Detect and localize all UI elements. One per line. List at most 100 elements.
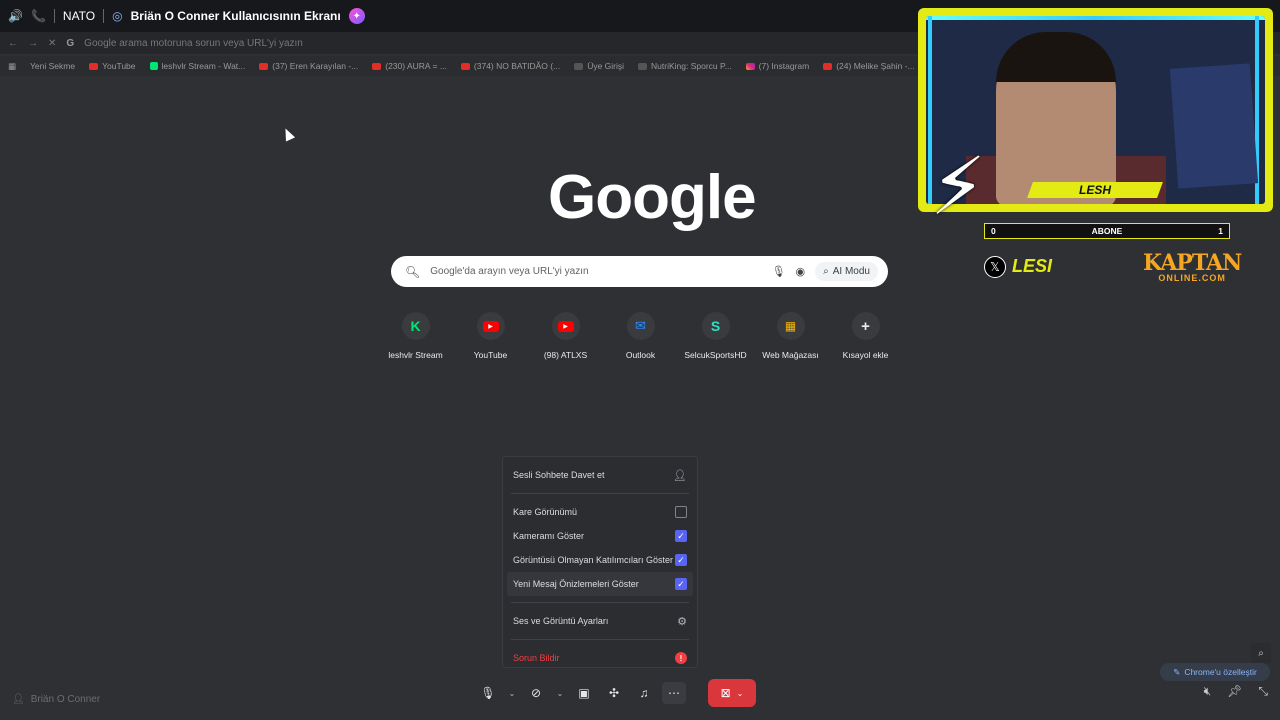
youtube-icon (372, 62, 382, 70)
kick-icon: K (401, 312, 430, 340)
shortcut-label: leshvlr Stream (388, 350, 443, 360)
outlook-icon: ✉ (626, 312, 655, 340)
forward-icon[interactable]: → (28, 38, 38, 49)
bookmark-item[interactable]: (230) AURA = ... (372, 61, 447, 71)
shortcut-tile[interactable]: Kleshvlr Stream (378, 312, 453, 360)
activities-button[interactable]: ✣ (602, 682, 626, 704)
lens-icon[interactable]: ◉ (796, 265, 806, 278)
microphone-button[interactable]: 🎙︎ (476, 682, 500, 704)
youtube-icon: ▶ (476, 312, 505, 340)
camera-off-button[interactable]: ⊘ (524, 682, 548, 704)
shortcuts-row: Kleshvlr Stream ▶ YouTube ▶ (98) ATLXS ✉ Outlo… (378, 312, 903, 360)
bookmark-item[interactable]: Yeni Sekme (30, 61, 75, 71)
exit-fullscreen-icon[interactable]: ⤡ (1258, 684, 1268, 699)
settings-label: Ses ve Görüntü Ayarları (513, 616, 609, 626)
menu-item-label: Kare Görünümü (513, 507, 578, 517)
shortcut-tile[interactable]: ▶ (98) ATLXS (528, 312, 603, 360)
gear-icon: ⚙ (677, 615, 687, 628)
bookmark-item[interactable]: leshvlr Stream - Wat... (149, 61, 245, 71)
shortcut-tile[interactable]: ▶ YouTube (453, 312, 528, 360)
bookmark-label: (7) Instagram (758, 61, 810, 71)
apps-grid-icon[interactable]: ▦ (8, 61, 16, 72)
search-input[interactable]: Google'da arayın veya URL'yi yazın (430, 266, 761, 277)
checkbox-checked-icon[interactable]: ✓ (675, 554, 687, 566)
youtube-icon (460, 62, 470, 70)
x-logo-icon: 𝕏 (984, 256, 1006, 278)
invite-to-voice-item[interactable]: Sesli Sohbete Davet et 👤︎ (511, 463, 689, 487)
bookmark-item[interactable]: YouTube (89, 61, 136, 71)
led-strip (926, 16, 1265, 20)
checkbox-checked-icon[interactable]: ✓ (675, 530, 687, 542)
bookmark-label: YouTube (102, 61, 136, 71)
checkbox-empty-icon[interactable] (675, 506, 687, 518)
ai-mode-button[interactable]: ⌕ AI Modu (815, 262, 878, 281)
ai-mode-label: AI Modu (832, 266, 870, 277)
report-label: Sorun Bildir (513, 653, 560, 663)
subscriber-goal-bar: 0 ABONE 1 (984, 223, 1230, 239)
chevron-down-icon[interactable]: ⌄ (506, 682, 518, 704)
pin-icon[interactable]: 📌︎ (1227, 684, 1242, 699)
zoom-icon[interactable]: ⌕ (1251, 643, 1271, 663)
soundboard-button[interactable]: ♫ (632, 682, 656, 704)
chevron-down-icon[interactable]: ⌄ (554, 682, 566, 704)
speaker-icon[interactable]: 🔊 (8, 9, 23, 23)
user-name: Briän O Conner (30, 694, 101, 705)
menu-checkbox-item[interactable]: Kare Görünümü (511, 500, 689, 524)
shortcut-label: YouTube (473, 350, 508, 360)
bookmark-item[interactable]: (37) Eren Karayılan -... (259, 61, 358, 71)
report-problem-item[interactable]: Sorun Bildir ! (511, 646, 689, 670)
streamer-name-badge: LESH (1027, 182, 1163, 198)
stop-icon[interactable]: ✕ (48, 38, 56, 49)
kick-icon (149, 62, 158, 70)
shortcut-label: Web Mağazası (762, 350, 819, 360)
shortcut-label: SelcukSportsHD (684, 350, 747, 360)
chevron-down-icon: ⌄ (736, 688, 744, 698)
menu-checkbox-item[interactable]: Kameramı Göster ✓ (511, 524, 689, 548)
bookmark-label: (37) Eren Karayılan -... (272, 61, 359, 71)
voice-video-settings-item[interactable]: Ses ve Görüntü Ayarları ⚙ (511, 609, 689, 633)
sub-goal-target: 1 (1218, 226, 1223, 236)
divider (103, 9, 105, 23)
shortcut-tile[interactable]: S SelcukSportsHD (678, 312, 753, 360)
bookmark-item[interactable]: Üye Girişi (574, 61, 624, 71)
back-icon[interactable]: ← (8, 38, 18, 49)
screen-share-button[interactable]: ▣ (572, 682, 596, 704)
bookmark-label: (230) AURA = ... (385, 61, 447, 71)
lightning-bolt-icon: ⚡ (930, 142, 987, 231)
bookmark-item[interactable]: (24) Melike Şahin -... (823, 61, 915, 71)
call-controls-bar: 👤︎ Briän O Conner 🎙︎ ⌄ ⊘ ⌄ ▣ ✣ ♫ ⋯ ⊠ ⌄ 🔇… (0, 679, 1280, 720)
shortcut-label: (98) ATLXS (543, 350, 588, 360)
end-call-button[interactable]: ⊠ ⌄ (708, 679, 756, 707)
microphone-icon[interactable]: 🎙︎ (772, 265, 786, 278)
shortcut-label: Kısayol ekle (842, 350, 889, 360)
checkbox-checked-icon[interactable]: ✓ (675, 578, 687, 590)
phone-icon: 📞 (30, 9, 46, 23)
bookmark-item[interactable]: (7) Instagram (745, 61, 810, 71)
bookmark-label: (374) NO BATIDÃO (... (473, 61, 561, 71)
call-controls: 🎙︎ ⌄ ⊘ ⌄ ▣ ✣ ♫ ⋯ ⊠ ⌄ (476, 679, 756, 707)
google-favicon-icon: G (66, 37, 75, 49)
selcuk-icon: S (701, 312, 730, 340)
mute-icon[interactable]: 🔇︎ (1204, 684, 1212, 699)
bookmark-label: Üye Girişi (587, 61, 625, 71)
menu-checkbox-item[interactable]: Yeni Mesaj Önizlemeleri Göster ✓ (507, 572, 693, 596)
customize-chrome-button[interactable]: ✎ Chrome'u özelleştir (1160, 663, 1270, 681)
shortcut-tile[interactable]: ▦ Web Mağazası (753, 312, 828, 360)
streamer-hair (996, 32, 1116, 82)
shortcut-tile[interactable]: ✉ Outlook (603, 312, 678, 360)
streamer-name: LESH (1078, 183, 1111, 197)
menu-checkbox-item[interactable]: Görüntüsü Olmayan Katılımcıları Göster ✓ (511, 548, 689, 572)
menu-divider (511, 602, 689, 603)
menu-item-label: Yeni Mesaj Önizlemeleri Göster (513, 579, 639, 589)
stream-title: Briän O Conner Kullanıcısının Ekranı (130, 9, 341, 23)
omnibox[interactable]: Google arama motoruna sorun veya URL'yi … (84, 38, 303, 49)
search-box[interactable]: 🔍︎ Google'da arayın veya URL'yi yazın 🎙︎… (391, 256, 888, 287)
alert-icon: ! (675, 652, 687, 664)
bookmark-item[interactable]: (374) NO BATIDÃO (... (460, 61, 561, 71)
bookmark-item[interactable]: NutriKing: Sporcu P... (638, 61, 732, 71)
menu-item-label: Görüntüsü Olmayan Katılımcıları Göster (513, 555, 674, 565)
more-options-button[interactable]: ⋯ (662, 682, 686, 704)
shortcut-tile[interactable]: + Kısayol ekle (828, 312, 903, 360)
search-icon: 🔍︎ (405, 264, 421, 279)
menu-item-label: Kameramı Göster (513, 531, 585, 541)
